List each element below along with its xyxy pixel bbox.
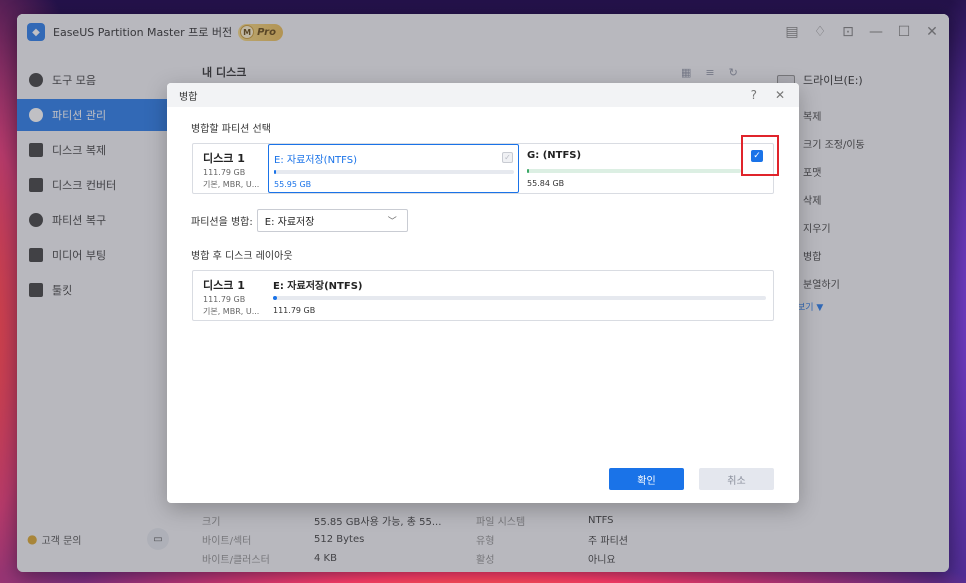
merge-target-select[interactable]: E: 자료저장 ﹀ — [256, 209, 408, 232]
partition-usage-bar — [273, 296, 766, 300]
highlight-box — [741, 135, 779, 176]
confirm-button[interactable]: 확인 — [609, 468, 684, 490]
dialog-close-icon[interactable]: ✕ — [775, 88, 785, 102]
disk-info: 디스크 1 111.79 GB 기본, MBR, U... — [203, 150, 269, 190]
result-partition: E: 자료저장(NTFS) 111.79 GB — [268, 271, 768, 320]
dialog-title: 병합 — [179, 91, 198, 103]
partition-e-card[interactable]: E: 자료저장(NTFS) ✓ 55.95 GB — [268, 144, 519, 193]
chevron-down-icon: ﹀ — [387, 217, 397, 227]
cancel-button[interactable]: 취소 — [699, 468, 774, 490]
source-disk-row: 디스크 1 111.79 GB 기본, MBR, U... E: 자료저장(NT… — [192, 143, 774, 194]
partition-usage-fill — [273, 296, 277, 300]
partition-name: E: 자료저장(NTFS) — [273, 281, 363, 292]
merge-target-value: E: 자료저장 — [264, 217, 315, 228]
partition-name: G: (NTFS) — [527, 150, 582, 161]
partition-g-card[interactable]: G: (NTFS) 55.84 GB ✓ — [522, 144, 773, 193]
disk-type: 기본, MBR, U... — [203, 180, 260, 189]
help-icon[interactable]: ? — [751, 88, 757, 102]
disk-size: 111.79 GB — [203, 168, 246, 177]
partition-name: E: 자료저장(NTFS) — [274, 155, 357, 166]
dialog-header: 병합 ? ✕ — [167, 83, 799, 107]
disk-info: 디스크 1 111.79 GB 기본, MBR, U... — [203, 277, 269, 317]
disk-name: 디스크 1 — [203, 152, 245, 165]
disk-size: 111.79 GB — [203, 295, 246, 304]
partition-size: 55.95 GB — [274, 180, 312, 189]
partition-usage-fill — [274, 170, 276, 174]
layout-after-label: 병합 후 디스크 레이아웃 — [191, 251, 293, 262]
select-partitions-label: 병합할 파티션 선택 — [191, 124, 271, 135]
disk-type: 기본, MBR, U... — [203, 307, 260, 316]
partition-size: 111.79 GB — [273, 306, 316, 315]
partition-usage-fill — [527, 169, 529, 173]
merge-target-row: 파티션을 병합: E: 자료저장 ﹀ — [191, 209, 408, 232]
merge-target-label: 파티션을 병합: — [191, 217, 253, 228]
partition-size: 55.84 GB — [527, 179, 565, 188]
partition-usage-bar — [527, 169, 741, 173]
partition-e-checkbox: ✓ — [502, 152, 513, 163]
disk-name: 디스크 1 — [203, 279, 245, 292]
merge-dialog: 병합 ? ✕ 병합할 파티션 선택 디스크 1 111.79 GB 기본, MB… — [167, 83, 799, 503]
partition-usage-bar — [274, 170, 514, 174]
result-disk-row: 디스크 1 111.79 GB 기본, MBR, U... E: 자료저장(NT… — [192, 270, 774, 321]
